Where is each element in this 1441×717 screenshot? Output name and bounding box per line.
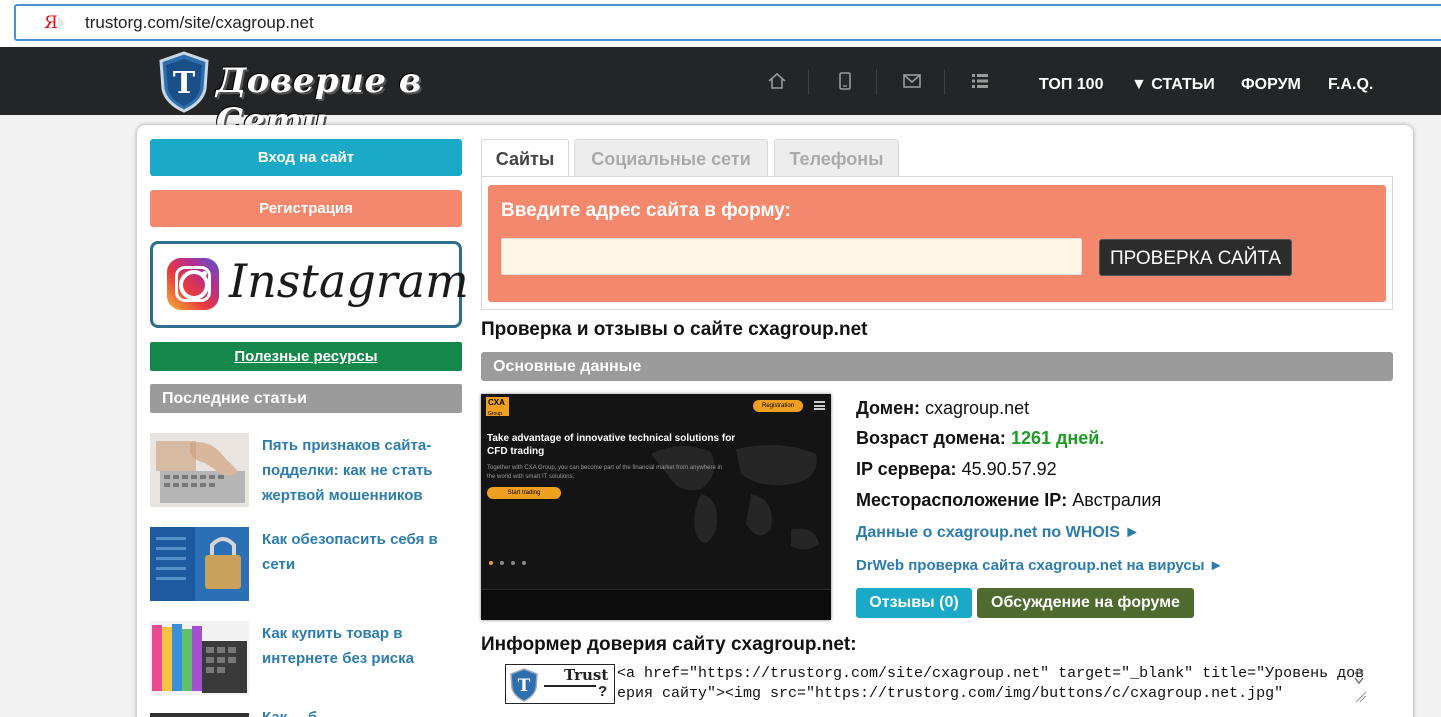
svg-text:T: T xyxy=(518,676,531,696)
useful-resources-button[interactable]: Полезные ресурсы xyxy=(150,342,462,371)
nav-forum[interactable]: ФОРУМ xyxy=(1241,47,1301,115)
mobile-icon[interactable] xyxy=(835,71,855,91)
yandex-icon[interactable]: Я xyxy=(40,12,65,34)
article-item[interactable]: Пять признаков сайта-подделки: как не ст… xyxy=(150,433,462,509)
instagram-icon xyxy=(167,258,219,310)
trust-badge-question: ? xyxy=(598,683,608,700)
shield-logo-icon: T xyxy=(159,51,209,113)
address-bar[interactable]: Я trustorg.com/site/cxagroup.net xyxy=(14,4,1441,41)
nav-top100[interactable]: ТОП 100 xyxy=(1039,47,1103,115)
domain-age-row: Возраст домена: 1261 дней. xyxy=(856,428,1104,449)
tab-social[interactable]: Социальные сети xyxy=(574,139,768,177)
article-thumbnail[interactable] xyxy=(150,527,249,601)
age-value: 1261 дней. xyxy=(1010,428,1105,448)
textarea-scroll-arrows[interactable] xyxy=(1350,664,1368,704)
ip-row: IP сервера: 45.90.57.92 xyxy=(856,459,1057,480)
article-title[interactable]: Как обезопасить себя в сети xyxy=(262,527,462,577)
preview-cta: Start trading xyxy=(487,487,561,499)
check-form-title: Введите адрес сайта в форму: xyxy=(501,200,791,221)
preview-headline: Take advantage of innovative technical s… xyxy=(487,433,736,457)
location-row: Месторасположение IP: Австралия xyxy=(856,490,1161,511)
ip-label: IP сервера: xyxy=(856,459,957,479)
trust-badge: T Trust ? xyxy=(505,664,615,704)
instagram-banner[interactable]: Instagram xyxy=(150,241,469,328)
article-thumbnail[interactable] xyxy=(150,433,249,507)
reviews-button[interactable]: Отзывы (0) xyxy=(856,588,972,618)
location-label: Месторасположение IP: xyxy=(856,490,1068,510)
forum-discussion-button[interactable]: Обсуждение на форуме xyxy=(977,588,1194,618)
preview-footer xyxy=(481,589,831,620)
article-title[interactable]: Как ... б... xyxy=(262,705,462,717)
login-button[interactable]: Вход на сайт xyxy=(150,139,462,176)
site-url-input[interactable] xyxy=(501,238,1082,275)
site-header: T Доверие в Сети ТОП 100 ▼ СТАТЬИ ФОРУМ … xyxy=(0,47,1441,141)
shield-icon: T xyxy=(510,668,538,702)
preview-logo: CXA Group xyxy=(486,397,509,417)
ip-value: 45.90.57.92 xyxy=(961,459,1057,479)
last-articles-header: Последние статьи xyxy=(150,384,462,413)
check-site-button[interactable]: ПРОВЕРКА САЙТА xyxy=(1099,239,1292,276)
tab-sites[interactable]: Сайты xyxy=(481,139,569,178)
whois-link[interactable]: Данные о cxagroup.net по WHOIS ► xyxy=(856,524,1140,542)
header-separator xyxy=(808,69,809,95)
tab-phones[interactable]: Телефоны xyxy=(774,139,899,177)
article-title[interactable]: Пять признаков сайта-подделки: как не ст… xyxy=(262,433,462,508)
register-button[interactable]: Регистрация xyxy=(150,190,462,227)
domain-row: Домен: cxagroup.net xyxy=(856,398,1029,419)
instagram-text: Instagram xyxy=(229,254,469,308)
domain-value: cxagroup.net xyxy=(925,398,1030,418)
hamburger-icon xyxy=(814,401,825,410)
trust-badge-bar xyxy=(544,685,596,687)
nav-articles[interactable]: ▼ СТАТЬИ xyxy=(1131,47,1215,115)
preview-carousel-dots xyxy=(489,552,533,570)
page-title: Проверка и отзывы о сайте cxagroup.net xyxy=(481,319,868,340)
preview-register-button: Registration xyxy=(753,400,803,412)
browser-address-area: Я trustorg.com/site/cxagroup.net xyxy=(0,0,1441,47)
site-logo[interactable]: T Доверие в Сети xyxy=(158,51,518,141)
preview-subtext: Together with CXA Group, you can become … xyxy=(487,465,723,480)
drweb-link[interactable]: DrWeb проверка сайта cxagroup.net на вир… xyxy=(856,557,1224,574)
article-item[interactable]: Как обезопасить себя в сети xyxy=(150,527,462,603)
header-separator xyxy=(944,69,945,95)
mail-icon[interactable] xyxy=(902,71,922,91)
section-header: Основные данные xyxy=(481,352,1393,381)
svg-text:T: T xyxy=(173,66,196,101)
age-label: Возраст домена: xyxy=(856,428,1006,448)
header-separator xyxy=(876,69,877,95)
informer-heading: Информер доверия сайту cxagroup.net: xyxy=(481,634,857,655)
location-value: Австралия xyxy=(1072,490,1162,510)
article-title[interactable]: Как купить товар в интернете без риска xyxy=(262,621,462,671)
article-thumbnail[interactable] xyxy=(150,713,249,717)
article-thumbnail[interactable] xyxy=(150,621,249,695)
site-screenshot: CXA Group Registration Take advantage of … xyxy=(481,394,831,620)
list-icon[interactable] xyxy=(970,71,990,91)
home-icon[interactable] xyxy=(767,71,787,91)
trust-badge-text: Trust xyxy=(564,666,609,684)
nav-faq[interactable]: F.A.Q. xyxy=(1328,47,1373,115)
domain-label: Домен: xyxy=(856,398,920,418)
url-text[interactable]: trustorg.com/site/cxagroup.net xyxy=(85,13,314,33)
article-item[interactable]: Как купить товар в интернете без риска xyxy=(150,621,462,697)
article-item[interactable]: Как ... б... xyxy=(150,709,462,717)
informer-code-textarea[interactable]: <a href="https://trustorg.com/site/cxagr… xyxy=(617,664,1369,714)
